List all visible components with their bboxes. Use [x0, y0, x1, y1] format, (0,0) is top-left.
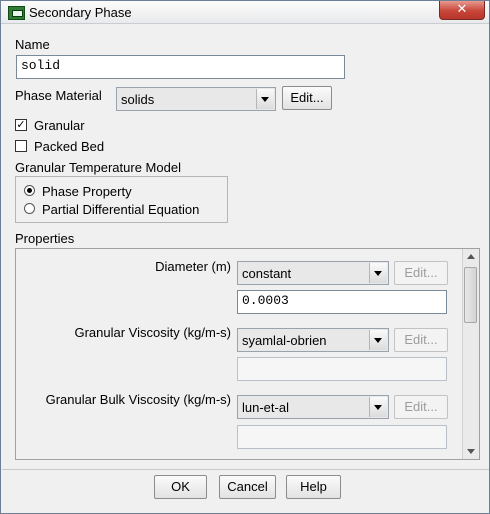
properties-scrollbar[interactable]	[462, 249, 479, 459]
granular-checkbox[interactable]: ✓	[15, 119, 27, 131]
secondary-phase-dialog: Secondary Phase ✕ Name solid Phase Mater…	[0, 0, 490, 514]
diameter-method-dropdown[interactable]: constant	[237, 261, 389, 285]
close-button[interactable]: ✕	[439, 1, 485, 20]
chevron-down-icon	[369, 397, 387, 417]
packed-bed-label: Packed Bed	[34, 139, 105, 154]
phase-material-dropdown[interactable]: solids	[116, 87, 276, 111]
close-icon: ✕	[456, 2, 468, 17]
footer-divider	[2, 469, 489, 470]
title-bar: Secondary Phase ✕	[1, 1, 489, 24]
granular-bulk-viscosity-method-value: lun-et-al	[242, 400, 289, 415]
name-input[interactable]: solid	[16, 55, 345, 79]
cancel-button[interactable]: Cancel	[219, 475, 276, 499]
granular-bulk-viscosity-label: Granular Bulk Viscosity (kg/m-s)	[45, 392, 231, 407]
scrollbar-thumb[interactable]	[464, 267, 477, 323]
granular-bulk-viscosity-method-dropdown[interactable]: lun-et-al	[237, 395, 389, 419]
app-icon	[8, 6, 25, 20]
phase-material-label: Phase Material	[15, 88, 102, 103]
scroll-up-icon[interactable]	[463, 249, 479, 265]
phase-material-value: solids	[121, 92, 155, 107]
scroll-down-icon[interactable]	[463, 443, 479, 459]
granular-bulk-viscosity-edit-button[interactable]: Edit...	[394, 395, 448, 419]
granular-bulk-viscosity-value-input[interactable]	[237, 425, 447, 449]
phase-material-edit-button[interactable]: Edit...	[282, 86, 332, 110]
ok-button[interactable]: OK	[154, 475, 207, 499]
chevron-down-icon	[256, 89, 274, 109]
partial-differential-equation-label: Partial Differential Equation	[42, 202, 200, 217]
granular-temperature-model-label: Granular Temperature Model	[15, 160, 181, 175]
diameter-value-input[interactable]: 0.0003	[237, 290, 447, 314]
granular-viscosity-method-value: syamlal-obrien	[242, 333, 327, 348]
granular-viscosity-edit-button[interactable]: Edit...	[394, 328, 448, 352]
diameter-label: Diameter (m)	[155, 259, 231, 274]
phase-property-label: Phase Property	[42, 184, 132, 199]
properties-panel: Diameter (m) constant Edit... 0.0003 Gra…	[15, 248, 480, 460]
phase-property-radio[interactable]	[24, 185, 35, 196]
name-label: Name	[15, 37, 50, 52]
granular-viscosity-method-dropdown[interactable]: syamlal-obrien	[237, 328, 389, 352]
chevron-down-icon	[369, 263, 387, 283]
diameter-method-value: constant	[242, 266, 292, 281]
granular-viscosity-label: Granular Viscosity (kg/m-s)	[74, 325, 231, 340]
packed-bed-checkbox[interactable]	[15, 140, 27, 152]
window-title: Secondary Phase	[29, 5, 132, 20]
chevron-down-icon	[369, 330, 387, 350]
help-button[interactable]: Help	[286, 475, 341, 499]
diameter-edit-button[interactable]: Edit...	[394, 261, 448, 285]
partial-differential-equation-radio[interactable]	[24, 203, 35, 214]
properties-label: Properties	[15, 231, 75, 246]
granular-label: Granular	[34, 118, 85, 133]
granular-viscosity-value-input[interactable]	[237, 357, 447, 381]
